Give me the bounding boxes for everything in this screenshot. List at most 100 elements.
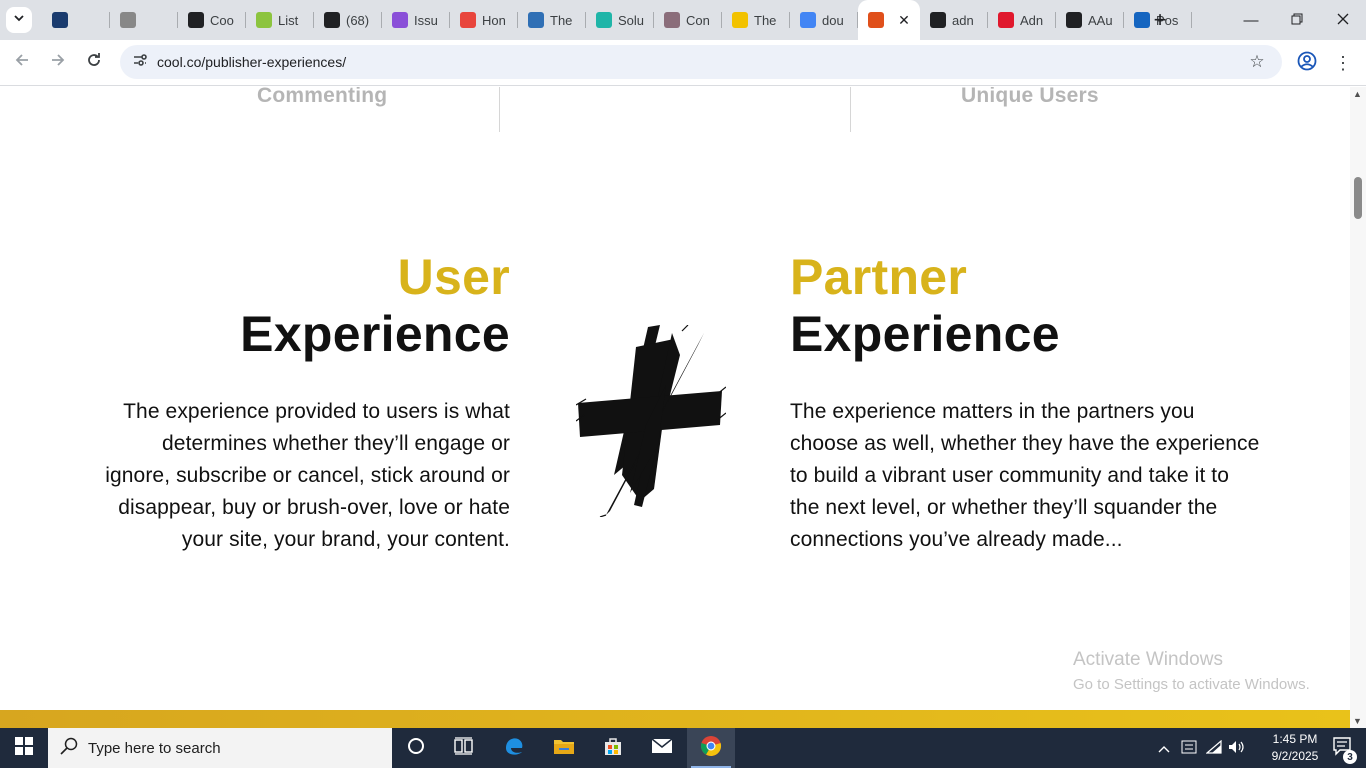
- show-hidden-icons-button[interactable]: [1154, 728, 1174, 768]
- new-tab-button[interactable]: +: [1148, 7, 1172, 32]
- volume-button[interactable]: [1226, 728, 1248, 768]
- back-button[interactable]: [8, 48, 36, 76]
- reload-icon: [86, 52, 102, 73]
- network-button[interactable]: [1203, 728, 1225, 768]
- start-button[interactable]: [0, 728, 48, 768]
- arrow-right-icon: [50, 52, 66, 73]
- more-vert-icon: ⋮: [1334, 52, 1352, 73]
- tab-title: The: [754, 12, 777, 28]
- close-window-button[interactable]: [1320, 0, 1366, 40]
- browser-menu-button[interactable]: ⋮: [1331, 50, 1355, 76]
- heading-main: Experience: [240, 306, 510, 362]
- page-scrollbar[interactable]: ▲ ▼: [1350, 87, 1366, 728]
- scroll-down-arrow-icon[interactable]: ▼: [1353, 716, 1362, 726]
- notification-count-badge: 3: [1343, 750, 1357, 764]
- taskbar-mail[interactable]: [638, 728, 686, 768]
- activation-watermark-title: Activate Windows: [1073, 649, 1223, 670]
- close-tab-icon[interactable]: ✕: [896, 12, 912, 28]
- a-icon: [998, 12, 1014, 28]
- p-icon: [528, 12, 544, 28]
- arrow-left-icon: [14, 52, 30, 73]
- taskbar-store[interactable]: [589, 728, 637, 768]
- browser-tab[interactable]: The: [722, 0, 790, 40]
- e-icon: [392, 12, 408, 28]
- ime-icon: [1181, 740, 1197, 757]
- partner-experience-heading: Partner Experience: [790, 249, 1060, 363]
- scroll-up-arrow-icon[interactable]: ▲: [1353, 89, 1362, 99]
- tab-title: List: [278, 12, 299, 28]
- tab-search-button[interactable]: [6, 7, 32, 33]
- taskbar-edge[interactable]: [490, 728, 538, 768]
- heading-main: Experience: [790, 306, 1060, 362]
- browser-tab[interactable]: The: [518, 0, 586, 40]
- tab-title: Adn: [1020, 12, 1044, 28]
- browser-tab[interactable]: Hon: [450, 0, 518, 40]
- stat-label-commenting: Commenting: [257, 87, 388, 107]
- close-icon: [1337, 12, 1349, 29]
- star-icon: ☆: [1249, 52, 1265, 71]
- browser-tab[interactable]: adn: [920, 0, 988, 40]
- browser-tab[interactable]: Con: [654, 0, 722, 40]
- page-content: Commenting Unique Users User Experience …: [0, 87, 1350, 728]
- restore-button[interactable]: [1274, 0, 1320, 40]
- tab-strip: Coo List (68) Issu Hon The Solu Con The dou ✕ adn Ad…: [0, 0, 1366, 40]
- clock-date: 9/2/2025: [1271, 749, 1319, 763]
- windows-logo-icon: [15, 736, 33, 760]
- heading-accent: User: [397, 249, 510, 305]
- tab-active[interactable]: ✕: [858, 0, 920, 40]
- browser-tab[interactable]: AAu: [1056, 0, 1124, 40]
- store-bag-icon: [603, 736, 623, 761]
- tab-list: Coo List (68) Issu Hon The Solu Con The dou ✕ adn Ad…: [42, 0, 1192, 40]
- browser-tab[interactable]: Coo: [178, 0, 246, 40]
- taskbar-chrome[interactable]: [687, 728, 735, 768]
- search-icon: [60, 737, 78, 760]
- partner-experience-text: The experience matters in the partners y…: [790, 400, 1260, 551]
- b-icon: [324, 12, 340, 28]
- task-view-icon: [454, 736, 474, 760]
- site-info-button[interactable]: [128, 50, 152, 74]
- tab-title: Solu: [618, 12, 644, 28]
- mail-icon: [651, 737, 673, 759]
- task-view-button[interactable]: [440, 728, 488, 768]
- address-bar[interactable]: cool.co/publisher-experiences/ ☆: [120, 45, 1282, 79]
- browser-tab[interactable]: List: [246, 0, 314, 40]
- stat-divider: [850, 87, 851, 132]
- profile-button[interactable]: [1294, 50, 1320, 76]
- taskbar-clock[interactable]: 1:45 PM 9/2/2025: [1262, 731, 1328, 765]
- minimize-icon: —: [1243, 11, 1259, 29]
- forward-button[interactable]: [44, 48, 72, 76]
- minimize-button[interactable]: —: [1228, 0, 1274, 40]
- browser-tab[interactable]: Issu: [382, 0, 450, 40]
- tab-title: AAu: [1088, 12, 1113, 28]
- chevron-down-icon: [13, 11, 25, 29]
- input-method-button[interactable]: [1178, 728, 1200, 768]
- browser-tab[interactable]: Solu: [586, 0, 654, 40]
- browser-tab[interactable]: [110, 0, 178, 40]
- windows-taskbar: Type here to search 1:45 PM 9/2/2025 3: [0, 728, 1366, 768]
- ad-icon: [930, 12, 946, 28]
- url-text[interactable]: cool.co/publisher-experiences/: [157, 54, 346, 70]
- browser-tab[interactable]: Adn: [988, 0, 1056, 40]
- tab-title: (68): [346, 12, 370, 28]
- tune-icon: [132, 52, 148, 73]
- cortana-circle-icon: [407, 737, 425, 760]
- cortana-button[interactable]: [392, 728, 440, 768]
- scrollbar-thumb[interactable]: [1354, 177, 1362, 219]
- browser-tab[interactable]: (68): [314, 0, 382, 40]
- taskbar-search-box[interactable]: Type here to search: [48, 728, 392, 768]
- activation-watermark-subtitle: Go to Settings to activate Windows.: [1073, 676, 1310, 693]
- browser-tab[interactable]: dou: [790, 0, 858, 40]
- action-center-button[interactable]: 3: [1322, 728, 1362, 768]
- browser-tab[interactable]: [42, 0, 110, 40]
- reload-button[interactable]: [80, 48, 108, 76]
- bookmark-button[interactable]: ☆: [1246, 51, 1268, 73]
- openai-icon: [188, 12, 204, 28]
- tab-title: Con: [686, 12, 710, 28]
- taskbar-file-explorer[interactable]: [540, 728, 588, 768]
- tab-title: Coo: [210, 12, 234, 28]
- tab-title: dou: [822, 12, 844, 28]
- speaker-icon: [1228, 740, 1246, 757]
- layers-icon: [52, 12, 68, 28]
- c-icon: [868, 12, 884, 28]
- clock-time: 1:45 PM: [1272, 732, 1318, 746]
